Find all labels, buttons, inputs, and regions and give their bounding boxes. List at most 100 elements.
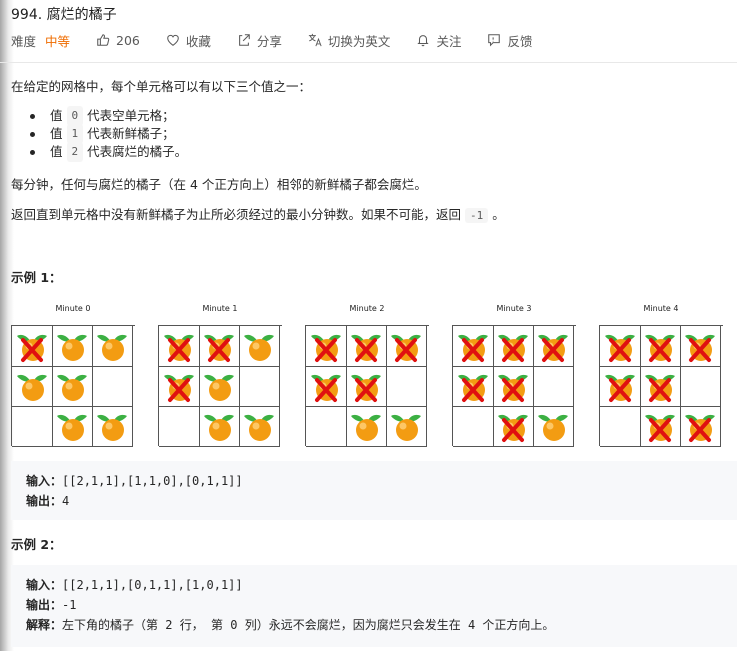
explain-label: 解释： — [26, 618, 63, 632]
minute-label: Minute 0 — [55, 304, 91, 313]
example-1-heading: 示例 1： — [11, 270, 62, 285]
bullet-suffix: 代表新鲜橘子； — [87, 126, 175, 141]
example-2-explanation: 解释：左下角的橘子（第 2 行， 第 0 列）永远不会腐烂，因为腐烂只会发生在 … — [26, 616, 554, 633]
example-1-input: 输入：[[2,1,1],[1,1,0],[0,1,1]] — [26, 472, 243, 489]
bullet-prefix: 值 — [50, 108, 63, 123]
explain-num: 2 — [165, 618, 173, 632]
orange-grid — [452, 325, 576, 447]
list-item: 值 1 代表新鲜橘子； — [30, 124, 187, 144]
minute-label: Minute 3 — [496, 304, 532, 313]
inline-code: 0 — [66, 106, 84, 126]
input-label: 输入： — [26, 578, 63, 592]
output-label: 输出： — [26, 598, 63, 612]
like-button[interactable]: 206 — [96, 33, 140, 48]
rotten-orange-icon — [493, 406, 534, 447]
bullet-suffix: 代表空单元格； — [87, 108, 175, 123]
inline-code: -1 — [465, 208, 489, 223]
difficulty-value: 中等 — [45, 33, 71, 49]
fresh-orange-icon — [533, 406, 574, 447]
example-2-box: 输入：[[2,1,1],[0,1,1],[1,0,1]] 输出：-1 解释：左下… — [11, 565, 737, 647]
orange-grid — [158, 325, 282, 447]
empty-cell — [12, 406, 53, 447]
thumbs-up-icon — [97, 34, 110, 46]
rotten-orange-icon — [306, 326, 347, 367]
feedback-label: 反馈 — [507, 33, 533, 49]
favorite-button[interactable]: 收藏 — [166, 31, 211, 50]
feedback-icon — [488, 34, 501, 47]
output-value: -1 — [62, 598, 77, 612]
rotten-orange-icon — [346, 326, 387, 367]
fresh-orange-icon — [52, 406, 93, 447]
rotten-orange-icon — [600, 326, 641, 367]
empty-cell — [159, 406, 200, 447]
example-2-input: 输入：[[2,1,1],[0,1,1],[1,0,1]] — [26, 576, 243, 593]
favorite-label: 收藏 — [185, 33, 211, 49]
description-question: 返回直到单元格中没有新鲜橘子为止所必须经过的最小分钟数。如果不可能，返回 -1。 — [11, 204, 505, 223]
rotten-orange-icon — [199, 326, 240, 367]
input-value: [[2,1,1],[1,1,0],[0,1,1]] — [62, 474, 243, 488]
fresh-orange-icon — [52, 326, 93, 367]
explain-num: 4 — [467, 618, 476, 632]
input-value: [[2,1,1],[0,1,1],[1,0,1]] — [62, 578, 243, 592]
example-1-box: 输入：[[2,1,1],[1,1,0],[0,1,1]] 输出：4 — [11, 461, 737, 520]
minute-label: Minute 4 — [643, 304, 679, 313]
share-icon — [239, 34, 250, 46]
like-count: 206 — [116, 32, 140, 48]
fresh-orange-icon — [239, 406, 280, 447]
header-divider — [0, 62, 737, 63]
inline-code: 2 — [66, 142, 84, 162]
rotten-orange-icon — [453, 366, 494, 407]
rotten-orange-icon — [493, 326, 534, 367]
list-item: 值 2 代表腐烂的橘子。 — [30, 142, 188, 162]
question-end: 。 — [492, 207, 505, 222]
minute-label: Minute 2 — [349, 304, 385, 313]
rotten-orange-icon — [453, 326, 494, 367]
rotten-orange-icon — [640, 366, 681, 407]
translate-icon — [308, 33, 322, 47]
explain-text: 个正方向上。 — [482, 618, 555, 632]
value-list: 值 0 代表空单元格； 值 1 代表新鲜橘子； 值 2 代表腐烂的橘子。 — [30, 106, 188, 162]
bullet-prefix: 值 — [50, 126, 63, 141]
minute-grid: Minute 4 — [599, 303, 723, 447]
empty-cell — [306, 406, 347, 447]
switch-language-button[interactable]: 切换为英文 — [308, 31, 390, 50]
follow-label: 关注 — [436, 33, 462, 49]
fresh-orange-icon — [386, 406, 427, 447]
explain-text: 左下角的橘子（第 — [62, 618, 159, 632]
problem-meta-bar: 难度 中等 206 收藏 分享 切换为英文 关注 反馈 — [11, 31, 558, 49]
list-item: 值 0 代表空单元格； — [30, 106, 187, 126]
follow-button[interactable]: 关注 — [416, 31, 461, 50]
orange-grid — [11, 325, 135, 447]
minute-grid: Minute 1 — [158, 303, 282, 447]
rotten-orange-icon — [680, 326, 721, 367]
fresh-orange-icon — [12, 366, 53, 407]
description-rule: 每分钟，任何与腐烂的橘子（在 4 个正方向上）相邻的新鲜橘子都会腐烂。 — [11, 177, 427, 192]
question-text: 返回直到单元格中没有新鲜橘子为止所必须经过的最小分钟数。如果不可能，返回 — [11, 207, 462, 222]
example-2-heading: 示例 2： — [11, 537, 62, 552]
rotten-orange-icon — [600, 366, 641, 407]
rotten-orange-icon — [159, 326, 200, 367]
rotten-orange-icon — [159, 366, 200, 407]
orange-grid — [599, 325, 723, 447]
minute-grid: Minute 3 — [452, 303, 576, 447]
empty-cell — [533, 366, 574, 407]
rotten-orange-icon — [12, 326, 53, 367]
empty-cell — [600, 406, 641, 447]
explain-num: 0 — [230, 618, 238, 632]
output-label: 输出： — [26, 494, 63, 508]
fresh-orange-icon — [199, 366, 240, 407]
explain-text: 第 — [210, 618, 223, 632]
description-intro: 在给定的网格中，每个单元格可以有以下三个值之一： — [11, 79, 312, 94]
bullet-suffix: 代表腐烂的橘子。 — [87, 144, 188, 159]
empty-cell — [386, 366, 427, 407]
fresh-orange-icon — [92, 326, 133, 367]
fresh-orange-icon — [239, 326, 280, 367]
share-label: 分享 — [256, 33, 282, 49]
share-button[interactable]: 分享 — [237, 31, 282, 50]
output-value: 4 — [62, 494, 70, 508]
feedback-button[interactable]: 反馈 — [487, 31, 532, 50]
input-label: 输入： — [26, 474, 63, 488]
inline-code: 1 — [66, 124, 84, 144]
minute-grid: Minute 2 — [305, 303, 429, 447]
empty-cell — [239, 366, 280, 407]
